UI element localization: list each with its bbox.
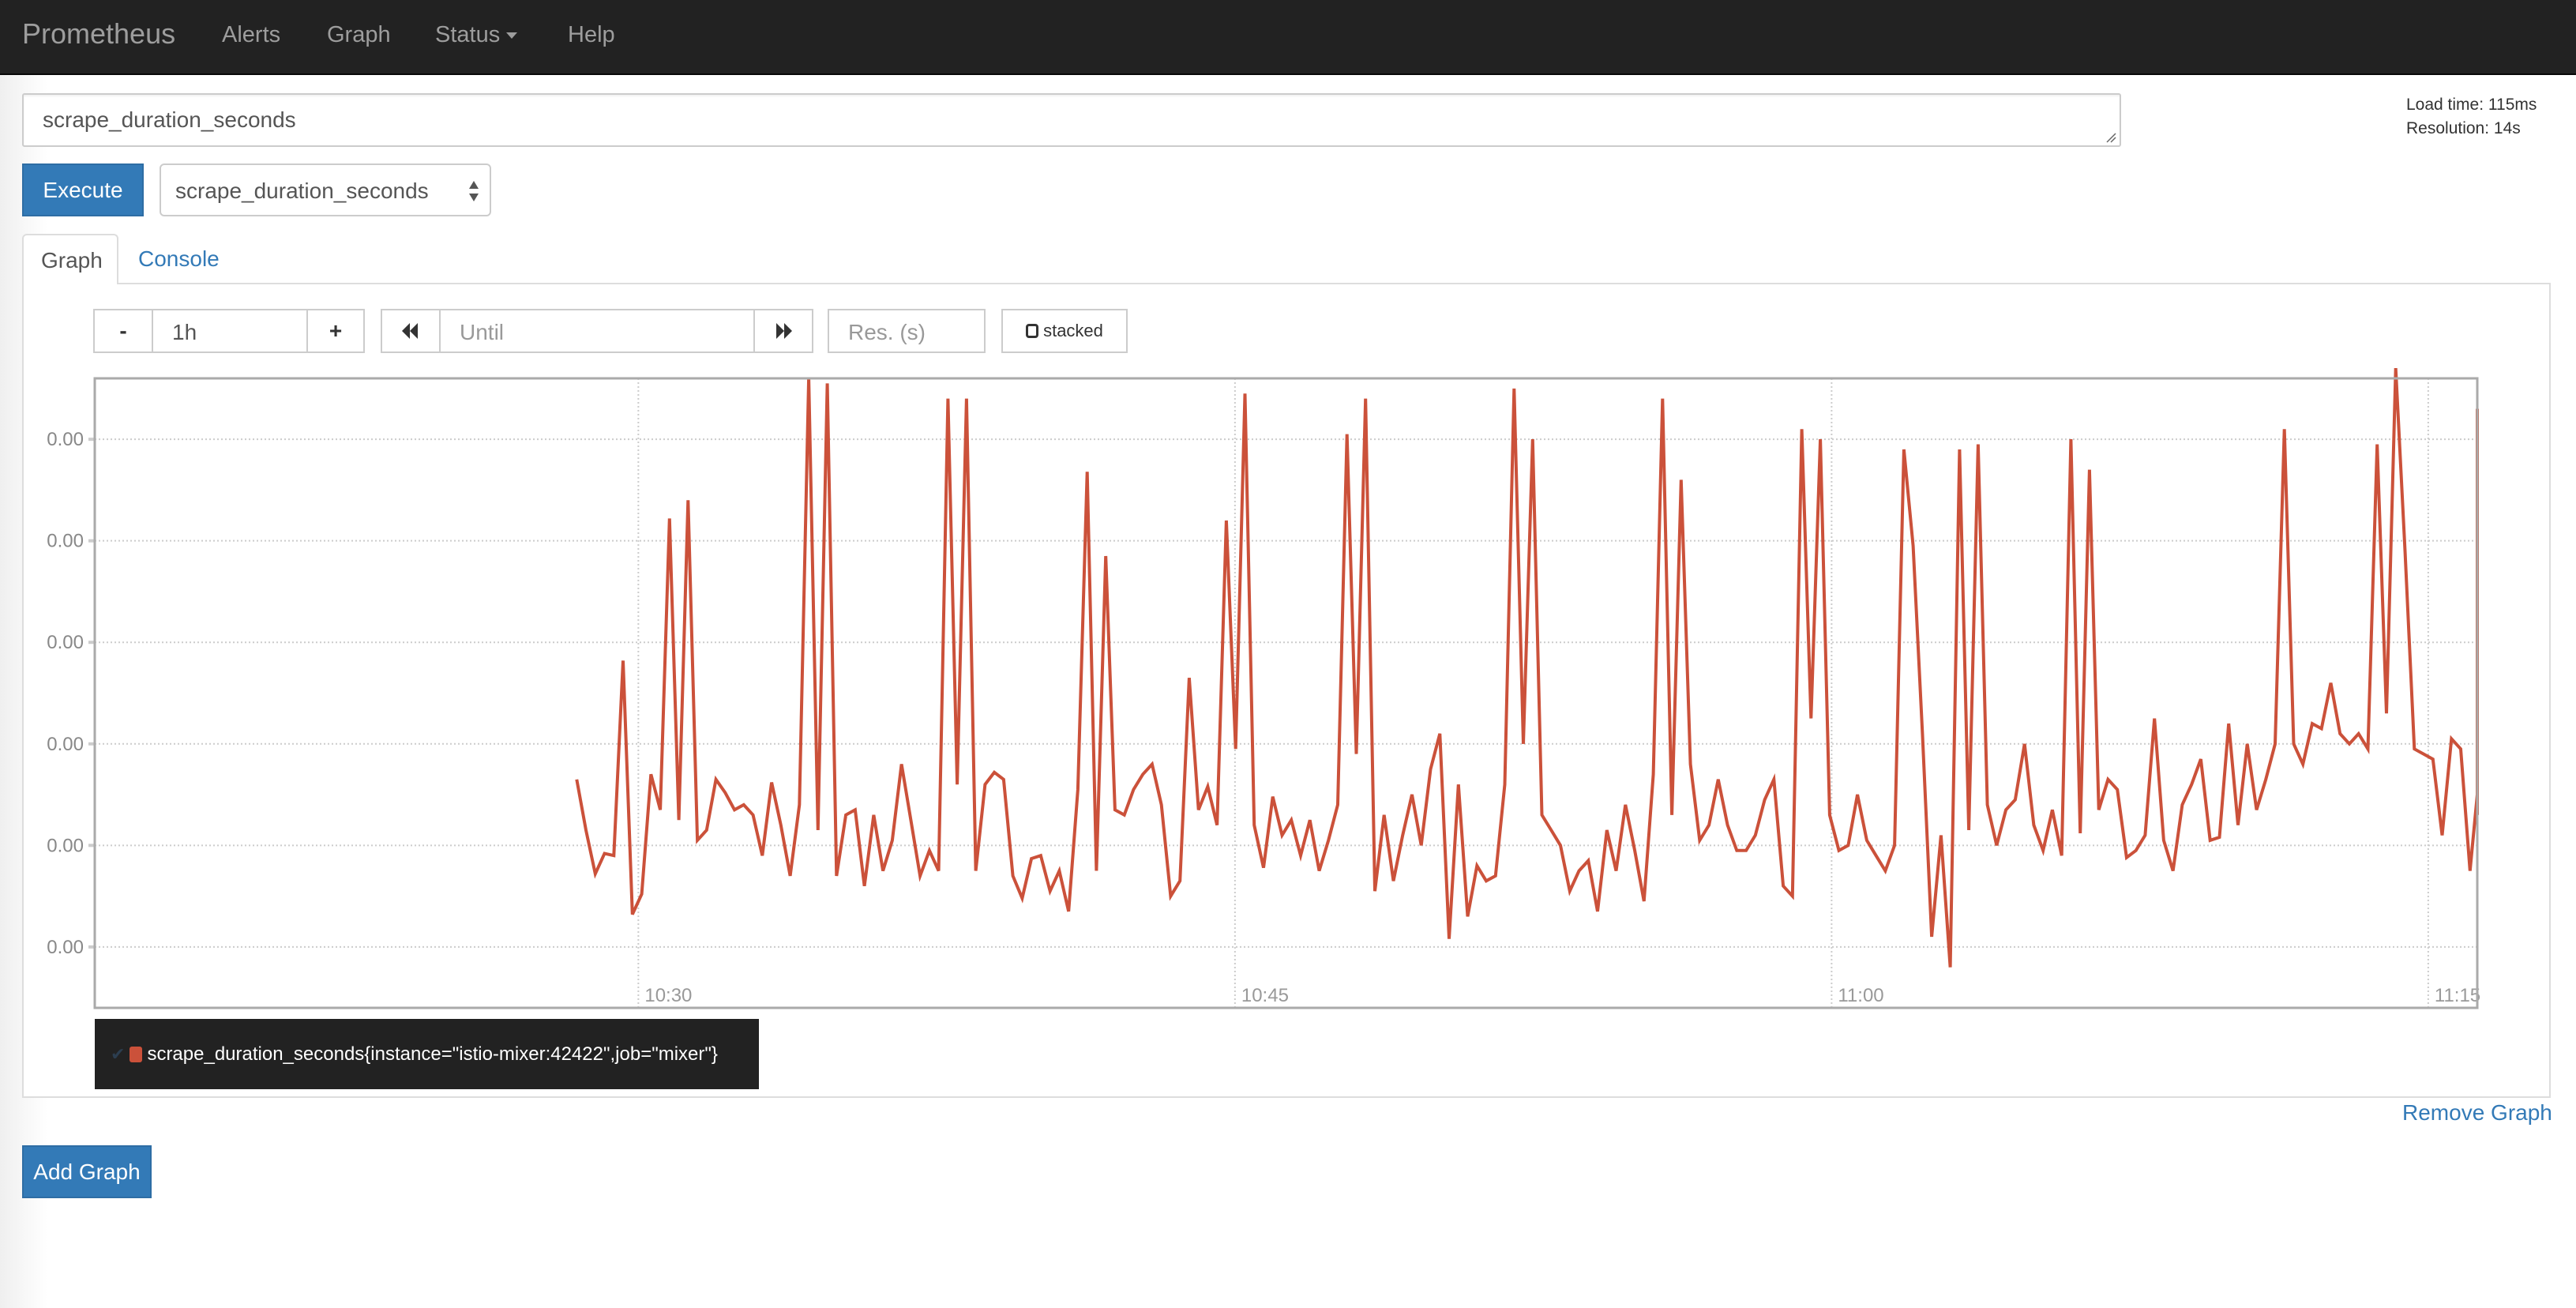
- double-chevron-right-icon: [776, 323, 792, 339]
- time-back-button[interactable]: [381, 309, 441, 353]
- navbar: Prometheus Alerts Graph Status Help: [0, 0, 2576, 75]
- until-input[interactable]: Until: [439, 309, 755, 353]
- tab-graph[interactable]: Graph: [22, 234, 118, 284]
- graph-chart[interactable]: 0.00 0.00 0.00 0.00 0.00 0.00 10:30 10:45 11:00…: [0, 348, 2576, 1019]
- until-placeholder: Until: [460, 320, 505, 344]
- resolution-info: Resolution: 14s: [2406, 119, 2521, 137]
- range-decrease-button[interactable]: -: [93, 309, 153, 353]
- x-tick-label: 10:45: [1241, 985, 1289, 1006]
- query-stats: Load time: 115ms Resolution: 14s: [2406, 93, 2537, 141]
- expression-input[interactable]: scrape_duration_seconds: [22, 93, 2121, 147]
- stacked-label: stacked: [1043, 321, 1103, 340]
- add-graph-button[interactable]: Add Graph: [22, 1145, 152, 1198]
- load-time: Load time: 115ms: [2406, 96, 2537, 114]
- caret-down-icon: [506, 32, 518, 39]
- select-arrows-icon: [469, 181, 479, 201]
- nav-alerts[interactable]: Alerts: [222, 22, 280, 48]
- chart-grid: [95, 378, 2477, 1008]
- y-tick-label: 0.00: [47, 734, 84, 755]
- resolution-input[interactable]: Res. (s): [828, 309, 986, 353]
- stacked-checkbox-icon: [1026, 324, 1039, 338]
- y-tick-label: 0.00: [47, 429, 84, 450]
- range-increase-button[interactable]: +: [306, 309, 365, 353]
- time-forward-button[interactable]: [753, 309, 813, 353]
- metric-select-value: scrape_duration_seconds: [175, 179, 429, 203]
- y-axis: 0.00 0.00 0.00 0.00 0.00 0.00: [47, 378, 96, 1008]
- resolution-placeholder: Res. (s): [848, 320, 926, 344]
- y-tick-label: 0.00: [47, 632, 84, 653]
- nav-status-label: Status: [435, 22, 501, 47]
- plot-frame: [93, 377, 2479, 1009]
- x-axis: 10:30 10:45 11:00 11:15: [644, 985, 2480, 1006]
- metric-select[interactable]: scrape_duration_seconds: [160, 164, 491, 216]
- legend-label[interactable]: scrape_duration_seconds{instance="istio-…: [147, 1043, 717, 1066]
- y-tick-label: 0.00: [47, 937, 84, 958]
- expression-value: scrape_duration_seconds: [43, 107, 296, 132]
- legend: ✔ scrape_duration_seconds{instance="isti…: [95, 1019, 759, 1089]
- x-tick-label: 11:00: [1838, 985, 1883, 1006]
- series-color-swatch: [130, 1046, 143, 1062]
- series-line[interactable]: [575, 367, 2479, 968]
- nav-help[interactable]: Help: [568, 22, 615, 48]
- checkmark-icon[interactable]: ✔: [111, 1044, 125, 1065]
- y-tick-label: 0.00: [47, 531, 84, 552]
- brand-link[interactable]: Prometheus: [22, 17, 175, 51]
- resize-handle-icon[interactable]: [2105, 132, 2116, 143]
- y-tick-label: 0.00: [47, 835, 84, 856]
- x-tick-label: 10:30: [644, 985, 692, 1006]
- stacked-toggle[interactable]: stacked: [1001, 309, 1128, 353]
- tab-console[interactable]: Console: [138, 246, 220, 272]
- execute-button[interactable]: Execute: [22, 164, 144, 216]
- range-input[interactable]: 1h: [152, 309, 308, 353]
- nav-graph[interactable]: Graph: [327, 22, 391, 48]
- remove-graph-link[interactable]: Remove Graph: [2402, 1100, 2552, 1126]
- double-chevron-left-icon: [402, 323, 418, 339]
- nav-status[interactable]: Status: [435, 22, 518, 48]
- x-tick-label: 11:15: [2435, 985, 2480, 1006]
